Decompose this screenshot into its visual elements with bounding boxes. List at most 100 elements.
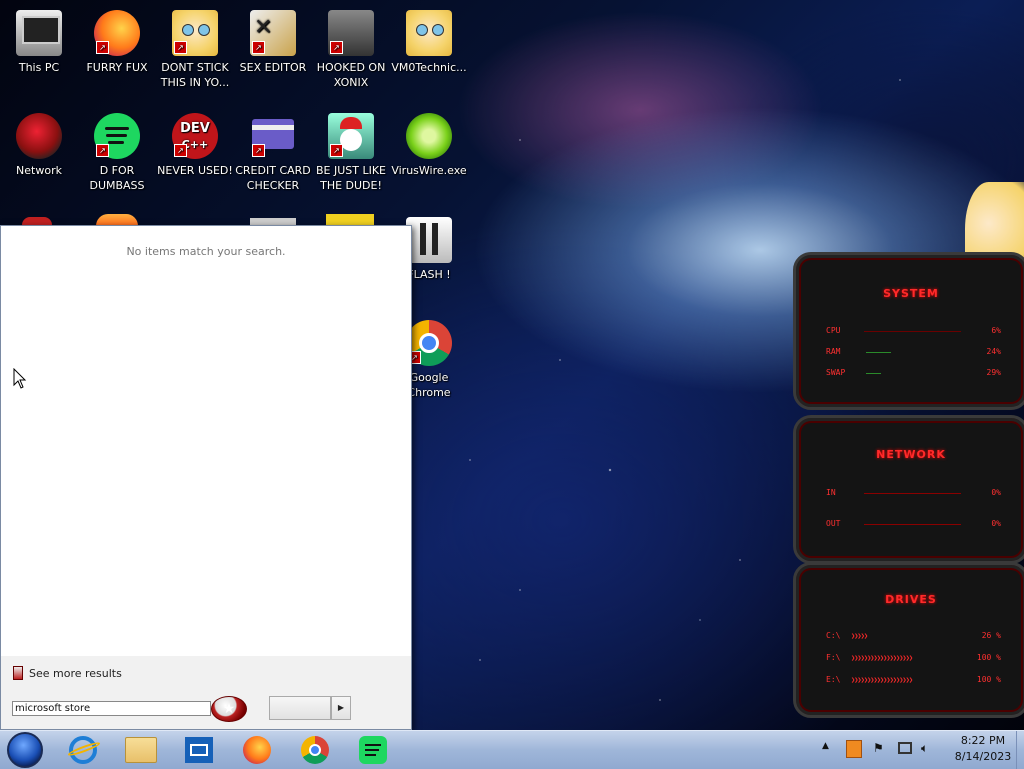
- desktop-icon-furry-fux[interactable]: ↗ FURRY FUX: [78, 10, 156, 75]
- computer-icon: [16, 10, 62, 56]
- taskbar-file-explorer[interactable]: [121, 734, 161, 766]
- game-icon: ↗: [328, 10, 374, 56]
- star-icon: ★: [222, 701, 236, 717]
- taskbar-spotify[interactable]: [353, 734, 393, 766]
- drive-c-row: C:\ ❯❯❯❯❯ 26 %: [826, 631, 1001, 640]
- drives-title: DRIVES: [885, 593, 937, 606]
- cpu-value: 6%: [991, 326, 1001, 335]
- drive-f-label: F:\: [826, 653, 841, 662]
- show-hidden-icons-button[interactable]: ▲: [822, 741, 829, 751]
- desktop-icon-label: CREDIT CARD CHECKER: [235, 164, 311, 192]
- system-title: SYSTEM: [883, 287, 939, 300]
- drive-c-bar: ❯❯❯❯❯: [851, 632, 868, 640]
- search-results-icon: [13, 666, 23, 680]
- hxd-icon: ✕ ↗: [250, 10, 296, 56]
- see-more-results-link[interactable]: See more results: [13, 666, 122, 680]
- network-tray-icon[interactable]: [898, 742, 912, 754]
- santa-icon: ↗: [328, 113, 374, 159]
- desktop-icon-d-for-dumbass[interactable]: ↗ D FOR DUMBASS: [78, 113, 156, 193]
- mail-icon: [185, 737, 213, 763]
- shut-down-options-button[interactable]: ▶: [331, 696, 351, 720]
- no-results-message: No items match your search.: [126, 245, 286, 258]
- clock-date: 8/14/2023: [954, 750, 1012, 763]
- drive-f-bar: ❯❯❯❯❯❯❯❯❯❯❯❯❯❯❯❯❯❯❯: [851, 654, 913, 662]
- desktop-icon-label: DONT STICK THIS IN YO...: [160, 61, 230, 89]
- network-title: NETWORK: [876, 448, 946, 461]
- mouse-cursor-icon: [13, 368, 27, 389]
- desktop-icon-credit-card-checker[interactable]: ↗ CREDIT CARD CHECKER: [234, 113, 312, 193]
- desktop-icon-be-just-like-the-dude[interactable]: ↗ BE JUST LIKE THE DUDE!: [312, 113, 390, 193]
- drive-f-row: F:\ ❯❯❯❯❯❯❯❯❯❯❯❯❯❯❯❯❯❯❯ 100 %: [826, 653, 1001, 662]
- firefox-icon: ↗: [94, 10, 140, 56]
- start-search-input[interactable]: [12, 701, 211, 716]
- desktop-icon-hooked-on-xonix[interactable]: ↗ HOOKED ON XONIX: [312, 10, 390, 90]
- chrome-icon: ↗: [406, 320, 452, 366]
- see-more-results-label: See more results: [29, 666, 122, 680]
- volume-icon[interactable]: 🔈︎: [921, 741, 928, 756]
- desktop-icon-viruswire[interactable]: VirusWire.exe: [390, 113, 468, 178]
- desktop-icon-label: Network: [16, 164, 62, 177]
- clock[interactable]: 8:22 PM 8/14/2023: [948, 733, 1018, 765]
- desktop-icon-label: VM0Technic...: [391, 61, 467, 74]
- taskbar-chrome[interactable]: [295, 734, 335, 766]
- tray-app-icon[interactable]: [846, 740, 862, 758]
- desktop-icon-network[interactable]: Network: [0, 113, 78, 178]
- drive-e-value: 100 %: [976, 675, 1001, 684]
- net-out-row: OUT 0%: [826, 519, 1001, 528]
- desktop-icon-label: D FOR DUMBASS: [89, 164, 145, 192]
- firefox-icon: [243, 736, 271, 764]
- cpu-row: CPU 6%: [826, 326, 1001, 335]
- drive-f-value: 100 %: [976, 653, 1001, 662]
- net-in-value: 0%: [991, 488, 1001, 497]
- desktop-icon-vm0technic[interactable]: VM0Technic...: [390, 10, 468, 75]
- search-button[interactable]: ★: [211, 696, 247, 722]
- folder-icon: [125, 737, 157, 763]
- chevron-up-icon: ▲: [822, 741, 829, 751]
- cartoon-character-icon: ↗: [172, 10, 218, 56]
- desktop-icon-label: This PC: [18, 61, 60, 74]
- cpu-label: CPU: [826, 326, 841, 335]
- shut-down-button[interactable]: [269, 696, 331, 720]
- chrome-icon: [301, 736, 329, 764]
- desktop-icon-never-used[interactable]: DEV C++ ↗ NEVER USED!: [156, 113, 234, 178]
- net-out-label: OUT: [826, 519, 841, 528]
- start-menu: No items match your search. See more res…: [0, 225, 412, 730]
- desktop-icon-label: FURRY FUX: [86, 61, 148, 74]
- desktop-icon-label: HOOKED ON XONIX: [316, 61, 386, 89]
- desktop-icon-this-pc[interactable]: This PC: [0, 10, 78, 75]
- desktop-icon-sex-editor[interactable]: ✕ ↗ SEX EDITOR: [234, 10, 312, 75]
- ie-icon: [66, 736, 102, 764]
- ram-row: RAM 24%: [826, 347, 1001, 356]
- start-button[interactable]: [7, 732, 43, 768]
- show-desktop-button[interactable]: [1016, 731, 1024, 769]
- swap-row: SWAP 29%: [826, 368, 1001, 377]
- desktop-icon-dont-stick[interactable]: ↗ DONT STICK THIS IN YO...: [156, 10, 234, 90]
- desktop-icon-label: NEVER USED!: [157, 164, 233, 177]
- taskbar-firefox[interactable]: [237, 734, 277, 766]
- drive-c-label: C:\: [826, 631, 841, 640]
- swap-value: 29%: [986, 368, 1001, 377]
- taskbar-ie[interactable]: [63, 734, 103, 766]
- triangle-right-icon: ▶: [337, 703, 345, 712]
- spotify-icon: ↗: [94, 113, 140, 159]
- flash-icon: [406, 217, 452, 263]
- net-in-label: IN: [826, 488, 836, 497]
- network-gadget: NETWORK IN 0% OUT 0%: [793, 415, 1024, 564]
- spotify-icon: [359, 736, 387, 764]
- desktop-icon-label: BE JUST LIKE THE DUDE!: [315, 164, 387, 192]
- drive-e-row: E:\ ❯❯❯❯❯❯❯❯❯❯❯❯❯❯❯❯❯❯❯ 100 %: [826, 675, 1001, 684]
- desktop-icon-label: VirusWire.exe: [391, 164, 467, 177]
- devcpp-icon: DEV C++ ↗: [172, 113, 218, 159]
- drive-c-value: 26 %: [981, 631, 1001, 640]
- cartoon-character-icon: [406, 10, 452, 56]
- system-gadget: SYSTEM CPU 6% RAM 24% SWAP 29%: [793, 252, 1024, 410]
- ram-label: RAM: [826, 347, 841, 356]
- taskbar-mail[interactable]: [179, 734, 219, 766]
- ram-value: 24%: [986, 347, 1001, 356]
- swap-label: SWAP: [826, 368, 846, 377]
- action-center-flag-icon[interactable]: ⚑: [873, 741, 884, 755]
- network-icon: [16, 113, 62, 159]
- drives-gadget: DRIVES C:\ ❯❯❯❯❯ 26 % F:\ ❯❯❯❯❯❯❯❯❯❯❯❯❯❯…: [793, 562, 1024, 718]
- desktop-icon-label: SEX EDITOR: [239, 61, 307, 74]
- credit-card-icon: ↗: [250, 113, 296, 159]
